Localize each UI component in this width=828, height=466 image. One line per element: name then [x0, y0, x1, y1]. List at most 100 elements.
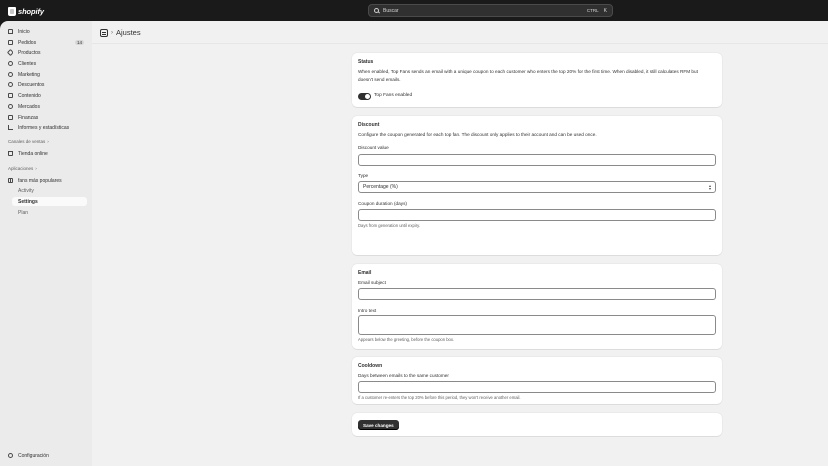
shopify-bag-icon — [8, 6, 16, 16]
person-icon — [8, 61, 13, 66]
apps-header[interactable]: Aplicaciones › — [8, 166, 37, 171]
chevron-right-icon: › — [47, 139, 49, 144]
orders-count-badge: 14 — [74, 40, 84, 45]
shopify-logo[interactable]: shopify — [8, 6, 44, 16]
sidebar-item-label: Inicio — [18, 28, 30, 35]
coupon-duration-input[interactable] — [358, 209, 716, 221]
page-title: Ajustes — [116, 28, 141, 37]
main-content: › Ajustes Status When enabled, Top Fans … — [92, 21, 828, 466]
sidebar-item-app[interactable]: fans más populares — [5, 176, 87, 185]
intro-text-help: Appears below the greeting, before the c… — [358, 337, 455, 342]
sidebar-item-configuracion[interactable]: Configuración — [5, 451, 87, 460]
apps-label: Aplicaciones — [8, 166, 34, 171]
breadcrumb-chevron-icon: › — [111, 29, 113, 36]
sidebar-item-mercados[interactable]: Mercados — [5, 102, 87, 111]
cooldown-days-help: If a customer re-enters the top 20% befo… — [358, 395, 521, 400]
sidebar-item-label: Marketing — [18, 71, 40, 78]
sidebar-subitem-plan[interactable]: Plan — [18, 208, 87, 217]
sidebar: Inicio Pedidos 14 Productos Clientes Mar… — [0, 21, 92, 466]
discount-card-title: Discount — [358, 122, 380, 128]
email-card: Email Email subject Intro text Appears b… — [352, 264, 722, 349]
sales-channels-header[interactable]: Canales de ventas › — [8, 139, 49, 144]
sidebar-item-finanzas[interactable]: Finanzas — [5, 113, 87, 122]
globe-icon — [8, 104, 13, 109]
actions-card: Save changes — [352, 413, 722, 436]
sidebar-subitem-activity[interactable]: Activity — [18, 186, 87, 195]
page-header: › Ajustes — [100, 28, 141, 37]
status-card: Status When enabled, Top Fans sends an e… — [352, 53, 722, 107]
sidebar-subitem-settings[interactable]: Settings — [12, 197, 87, 206]
shortcut-ctrl: CTRL — [586, 8, 599, 13]
sidebar-item-label: Finanzas — [18, 114, 39, 121]
discount-card-description: Configure the coupon generated for each … — [358, 132, 597, 137]
sidebar-item-label: Clientes — [18, 60, 37, 67]
sidebar-item-label: Descuentos — [18, 81, 45, 88]
cooldown-card-title: Cooldown — [358, 363, 383, 369]
sidebar-item-label: Informes y estadísticas — [18, 124, 70, 131]
content-icon — [8, 93, 13, 98]
toggle-knob — [365, 94, 370, 99]
sidebar-item-contenido[interactable]: Contenido — [5, 91, 87, 100]
target-icon — [8, 72, 13, 77]
bank-icon — [8, 115, 13, 120]
email-subject-input[interactable] — [358, 288, 716, 300]
discount-value-label: Discount value — [358, 145, 389, 150]
gear-icon — [8, 453, 13, 458]
cooldown-days-label: Days between emails to the same customer — [358, 373, 449, 378]
sidebar-item-marketing[interactable]: Marketing — [5, 70, 87, 79]
discount-card: Discount Configure the coupon generated … — [352, 116, 722, 255]
cooldown-card: Cooldown Days between emails to the same… — [352, 357, 722, 404]
sidebar-subitem-label: Plan — [18, 209, 29, 216]
search-bar[interactable]: Buscar CTRL K — [368, 4, 613, 17]
email-subject-label: Email subject — [358, 280, 386, 285]
app-icon — [8, 178, 13, 183]
sidebar-item-tienda-online[interactable]: Tienda online — [5, 149, 87, 158]
shortcut-key: K — [603, 7, 607, 14]
status-card-description: When enabled, Top Fans sends an email wi… — [358, 69, 698, 82]
home-icon — [8, 29, 13, 34]
top-fans-toggle[interactable] — [358, 93, 371, 100]
select-arrows-icon: ▴ ▾ — [708, 183, 711, 191]
sidebar-item-label: Pedidos — [18, 39, 37, 46]
search-icon — [374, 8, 379, 13]
chart-icon — [8, 125, 13, 130]
select-value: Percentage (%) — [363, 184, 398, 190]
discount-value-input[interactable] — [358, 154, 716, 166]
sidebar-subitem-label: Activity — [18, 187, 34, 194]
sidebar-item-label: Productos — [18, 49, 41, 56]
coupon-duration-label: Coupon duration (days) — [358, 201, 407, 206]
sidebar-item-inicio[interactable]: Inicio — [5, 27, 87, 36]
sidebar-item-informes[interactable]: Informes y estadísticas — [5, 123, 87, 132]
sidebar-item-label: Configuración — [18, 452, 49, 459]
intro-text-input[interactable] — [358, 315, 716, 335]
header-divider — [92, 43, 828, 44]
brand-name: shopify — [18, 6, 44, 16]
status-card-title: Status — [358, 59, 374, 65]
store-icon — [8, 151, 13, 156]
orders-icon — [8, 40, 13, 45]
sidebar-subitem-label: Settings — [18, 198, 38, 205]
sidebar-item-descuentos[interactable]: Descuentos — [5, 80, 87, 89]
sales-channels-label: Canales de ventas — [8, 139, 46, 144]
type-label: Type — [358, 173, 369, 178]
intro-text-label: Intro text — [358, 308, 377, 313]
save-changes-button[interactable]: Save changes — [358, 420, 399, 430]
coupon-duration-help: Days from generation until expiry. — [358, 223, 421, 228]
sidebar-item-productos[interactable]: Productos — [5, 48, 87, 57]
sidebar-item-clientes[interactable]: Clientes — [5, 59, 87, 68]
toggle-label: Top Fans enabled — [374, 93, 413, 98]
sidebar-item-label: Contenido — [18, 92, 41, 99]
cooldown-days-input[interactable] — [358, 381, 716, 393]
app-settings-icon[interactable] — [100, 28, 108, 37]
tag-icon — [6, 48, 15, 57]
chevron-right-icon: › — [35, 166, 37, 171]
sidebar-item-pedidos[interactable]: Pedidos 14 — [5, 38, 87, 47]
email-card-title: Email — [358, 270, 372, 276]
discount-icon — [8, 82, 13, 87]
top-bar: shopify Buscar CTRL K — [0, 0, 828, 21]
search-placeholder: Buscar — [383, 7, 399, 14]
sidebar-item-label: fans más populares — [18, 177, 62, 184]
discount-type-select[interactable]: Percentage (%) ▴ ▾ — [358, 181, 716, 193]
sidebar-item-label: Mercados — [18, 103, 40, 110]
sidebar-item-label: Tienda online — [18, 150, 48, 157]
